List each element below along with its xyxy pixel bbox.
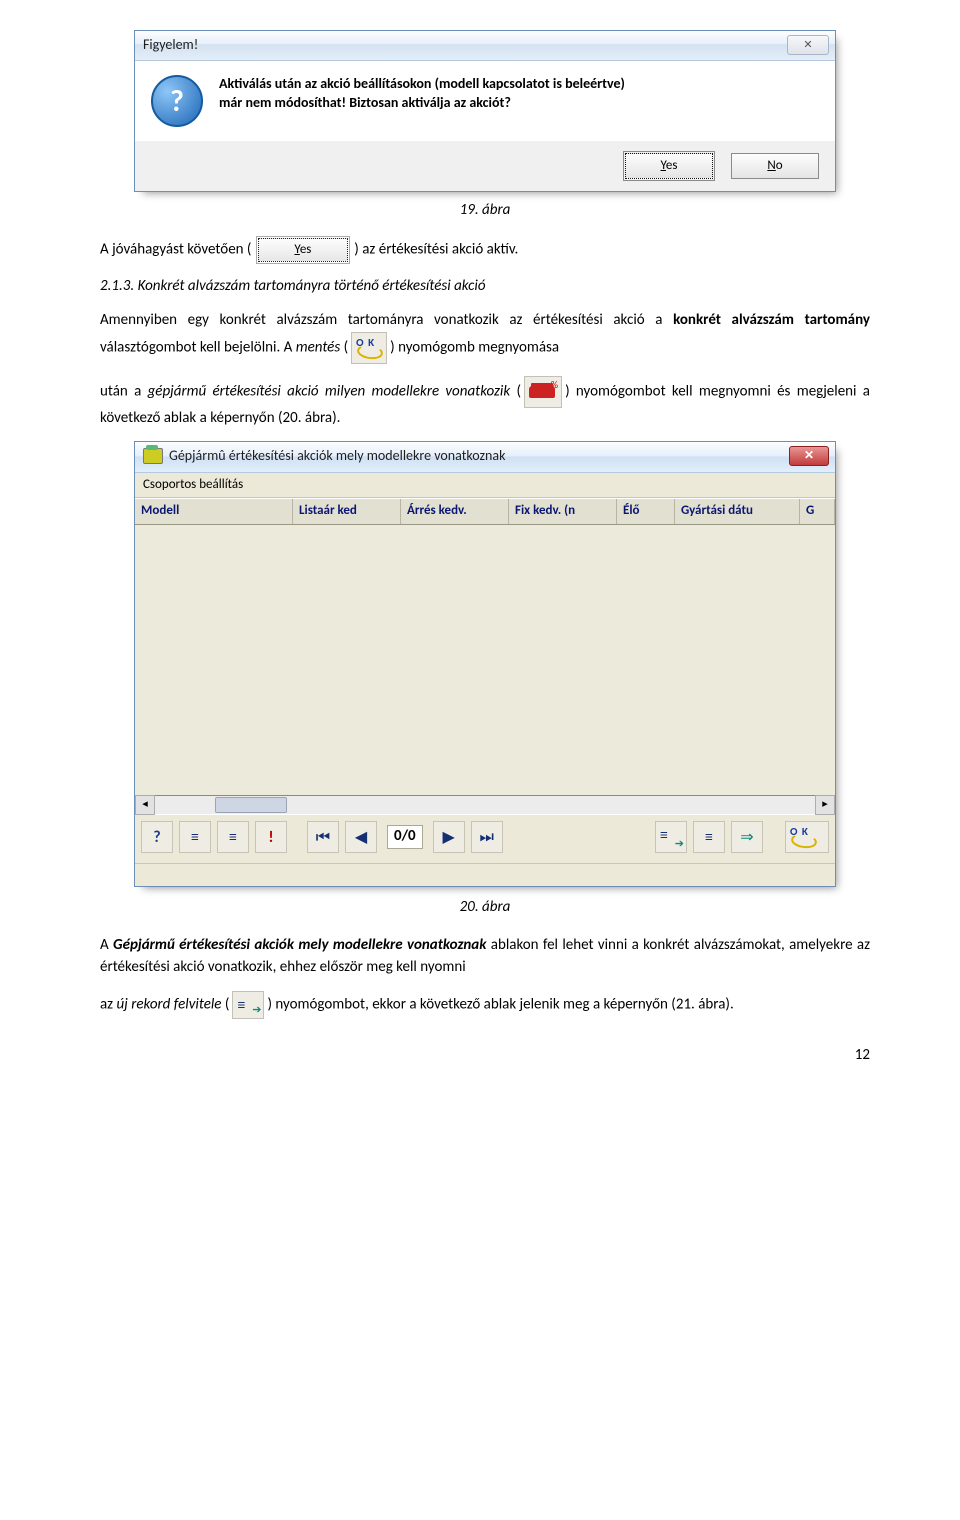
question-icon: ? bbox=[151, 75, 203, 127]
grid-body[interactable] bbox=[135, 525, 835, 796]
no-button[interactable]: No bbox=[731, 153, 819, 179]
confirm-dialog: Figyelem! ✕ ? Aktiválás után az akció be… bbox=[134, 30, 836, 192]
alert-button[interactable]: ! bbox=[255, 821, 287, 853]
last-record-button[interactable]: ⏭ bbox=[471, 821, 503, 853]
first-record-button[interactable]: ⏮ bbox=[307, 821, 339, 853]
car-window-icon bbox=[143, 448, 163, 464]
col-g[interactable]: G bbox=[800, 499, 835, 524]
new-record-icon[interactable] bbox=[232, 991, 264, 1019]
new-record-button[interactable] bbox=[655, 821, 687, 853]
figure-caption-19: 19. ábra bbox=[100, 200, 870, 222]
models-titlebar: Gépjármû értékesítési akciók mely modell… bbox=[135, 442, 835, 472]
section-heading: 2.1.3. Konkrét alvázszám tartományra tör… bbox=[100, 276, 870, 298]
group-settings-menu[interactable]: Csoportos beállítás bbox=[135, 473, 835, 499]
paragraph-window-desc: A Gépjármű értékesítési akciók mely mode… bbox=[100, 935, 870, 979]
status-bar bbox=[135, 863, 835, 886]
ok-button[interactable] bbox=[785, 821, 829, 853]
dialog-titlebar: Figyelem! ✕ bbox=[135, 31, 835, 61]
dialog-message: Aktiválás után az akció beállításokon (m… bbox=[219, 75, 625, 127]
yes-inline-button[interactable]: Yes bbox=[258, 238, 348, 262]
col-listaar[interactable]: Listaár ked bbox=[293, 499, 401, 524]
scroll-left-icon[interactable]: ◂ bbox=[135, 795, 155, 815]
dialog-message-line1: Aktiválás után az akció beállításokon (m… bbox=[219, 75, 625, 94]
models-title: Gépjármû értékesítési akciók mely modell… bbox=[169, 446, 789, 466]
dialog-buttons: Yes No bbox=[135, 141, 835, 191]
paragraph-new-record: az új rekord felvitele () nyomógombot, e… bbox=[100, 991, 870, 1019]
paragraph-chassis-range: Amennyiben egy konkrét alvázszám tartomá… bbox=[100, 310, 870, 364]
page-number: 12 bbox=[100, 1045, 870, 1067]
dialog-title: Figyelem! bbox=[143, 35, 787, 55]
col-elo[interactable]: Élő bbox=[617, 499, 675, 524]
close-icon[interactable]: ✕ bbox=[789, 446, 829, 466]
col-arres[interactable]: Árrés kedv. bbox=[401, 499, 509, 524]
ok-save-icon[interactable] bbox=[351, 332, 387, 364]
col-modell[interactable]: Modell bbox=[135, 499, 293, 524]
dialog-body: ? Aktiválás után az akció beállításokon … bbox=[135, 61, 835, 141]
col-fixkedv[interactable]: Fix kedv. (n bbox=[509, 499, 617, 524]
prev-record-button[interactable]: ◀ bbox=[345, 821, 377, 853]
help-button[interactable]: ? bbox=[141, 821, 173, 853]
close-icon[interactable]: ✕ bbox=[787, 35, 829, 55]
figure-caption-20: 20. ábra bbox=[100, 897, 870, 919]
nav-toolbar: ? ≡ ≡ ! ⏮ ◀ 0/0 ▶ ⏭ ≡ ⇒ bbox=[135, 814, 835, 859]
grid-headers: Modell Listaár ked Árrés kedv. Fix kedv.… bbox=[135, 498, 835, 525]
goto-button[interactable]: ⇒ bbox=[731, 821, 763, 853]
yes-button[interactable]: Yes bbox=[625, 153, 713, 179]
car-discount-icon[interactable] bbox=[524, 376, 562, 408]
delete-record-button[interactable]: ≡ bbox=[693, 821, 725, 853]
horizontal-scrollbar[interactable]: ◂ ▸ bbox=[135, 796, 835, 814]
scroll-thumb[interactable] bbox=[215, 797, 287, 813]
list-button-2[interactable]: ≡ bbox=[217, 821, 249, 853]
scroll-right-icon[interactable]: ▸ bbox=[815, 795, 835, 815]
next-record-button[interactable]: ▶ bbox=[433, 821, 465, 853]
list-button-1[interactable]: ≡ bbox=[179, 821, 211, 853]
paragraph-models: után a gépjármű értékesítési akció milye… bbox=[100, 376, 870, 430]
paragraph-approval: A jóváhagyást követően ( Yes ) az értéke… bbox=[100, 238, 870, 262]
models-window: Gépjármû értékesítési akciók mely modell… bbox=[134, 441, 836, 887]
record-counter: 0/0 bbox=[387, 825, 423, 849]
col-gyartasi[interactable]: Gyártási dátu bbox=[675, 499, 800, 524]
dialog-message-line2: már nem módosíthat! Biztosan aktiválja a… bbox=[219, 94, 625, 113]
